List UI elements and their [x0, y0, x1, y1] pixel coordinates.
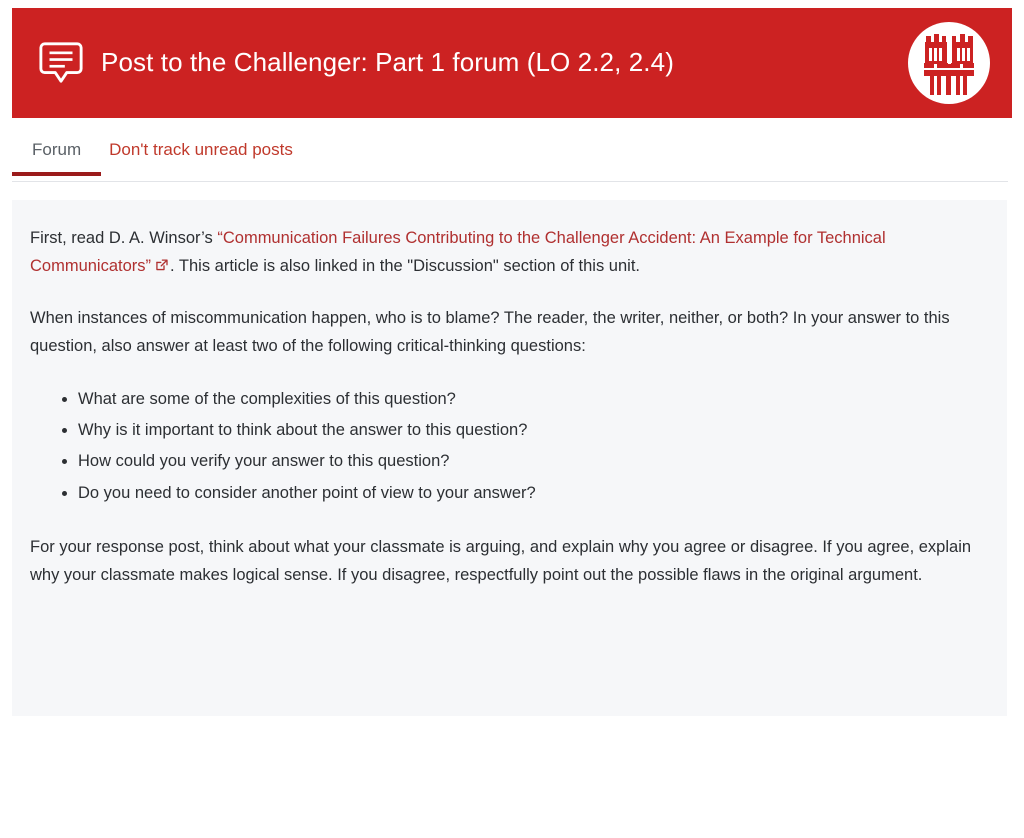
response-post-paragraph: For your response post, think about what…: [30, 537, 972, 585]
intro-paragraph: First, read D. A. Winsor’s “Communicatio…: [30, 224, 977, 281]
question-paragraph: When instances of miscommunication happe…: [30, 308, 950, 356]
critical-thinking-question-list: What are some of the complexities of thi…: [30, 384, 977, 509]
tab-forum[interactable]: Forum: [12, 128, 102, 177]
intro-text-before: First, read D. A. Winsor’s: [30, 229, 218, 247]
page-header: Post to the Challenger: Part 1 forum (LO…: [12, 8, 1012, 118]
tab-dont-track-unread-posts-label: Don't track unread posts: [109, 140, 293, 159]
list-item: Do you need to consider another point of…: [78, 478, 977, 509]
forum-tabbar: Forum Don't track unread posts: [12, 128, 1008, 182]
list-item: What are some of the complexities of thi…: [78, 384, 977, 415]
external-link-icon: [156, 259, 168, 271]
list-item: Why is it important to think about the a…: [78, 415, 977, 446]
tab-dont-track-unread-posts[interactable]: Don't track unread posts: [101, 128, 313, 175]
intro-text-after: . This article is also linked in the "Di…: [170, 257, 640, 276]
forum-speech-bubble-icon: [39, 42, 83, 83]
page-title: Post to the Challenger: Part 1 forum (LO…: [101, 47, 674, 78]
header-left-group: Post to the Challenger: Part 1 forum (LO…: [38, 40, 892, 86]
forum-toolbar: ? Add discussion topic Subscribe to foru…: [0, 740, 1024, 838]
list-item: How could you verify your answer to this…: [78, 446, 977, 477]
university-bell-tower-logo: [908, 22, 990, 104]
forum-page: Post to the Challenger: Part 1 forum (LO…: [0, 0, 1024, 838]
tab-forum-label: Forum: [32, 140, 82, 159]
forum-description-panel: First, read D. A. Winsor’s “Communicatio…: [12, 200, 1007, 716]
